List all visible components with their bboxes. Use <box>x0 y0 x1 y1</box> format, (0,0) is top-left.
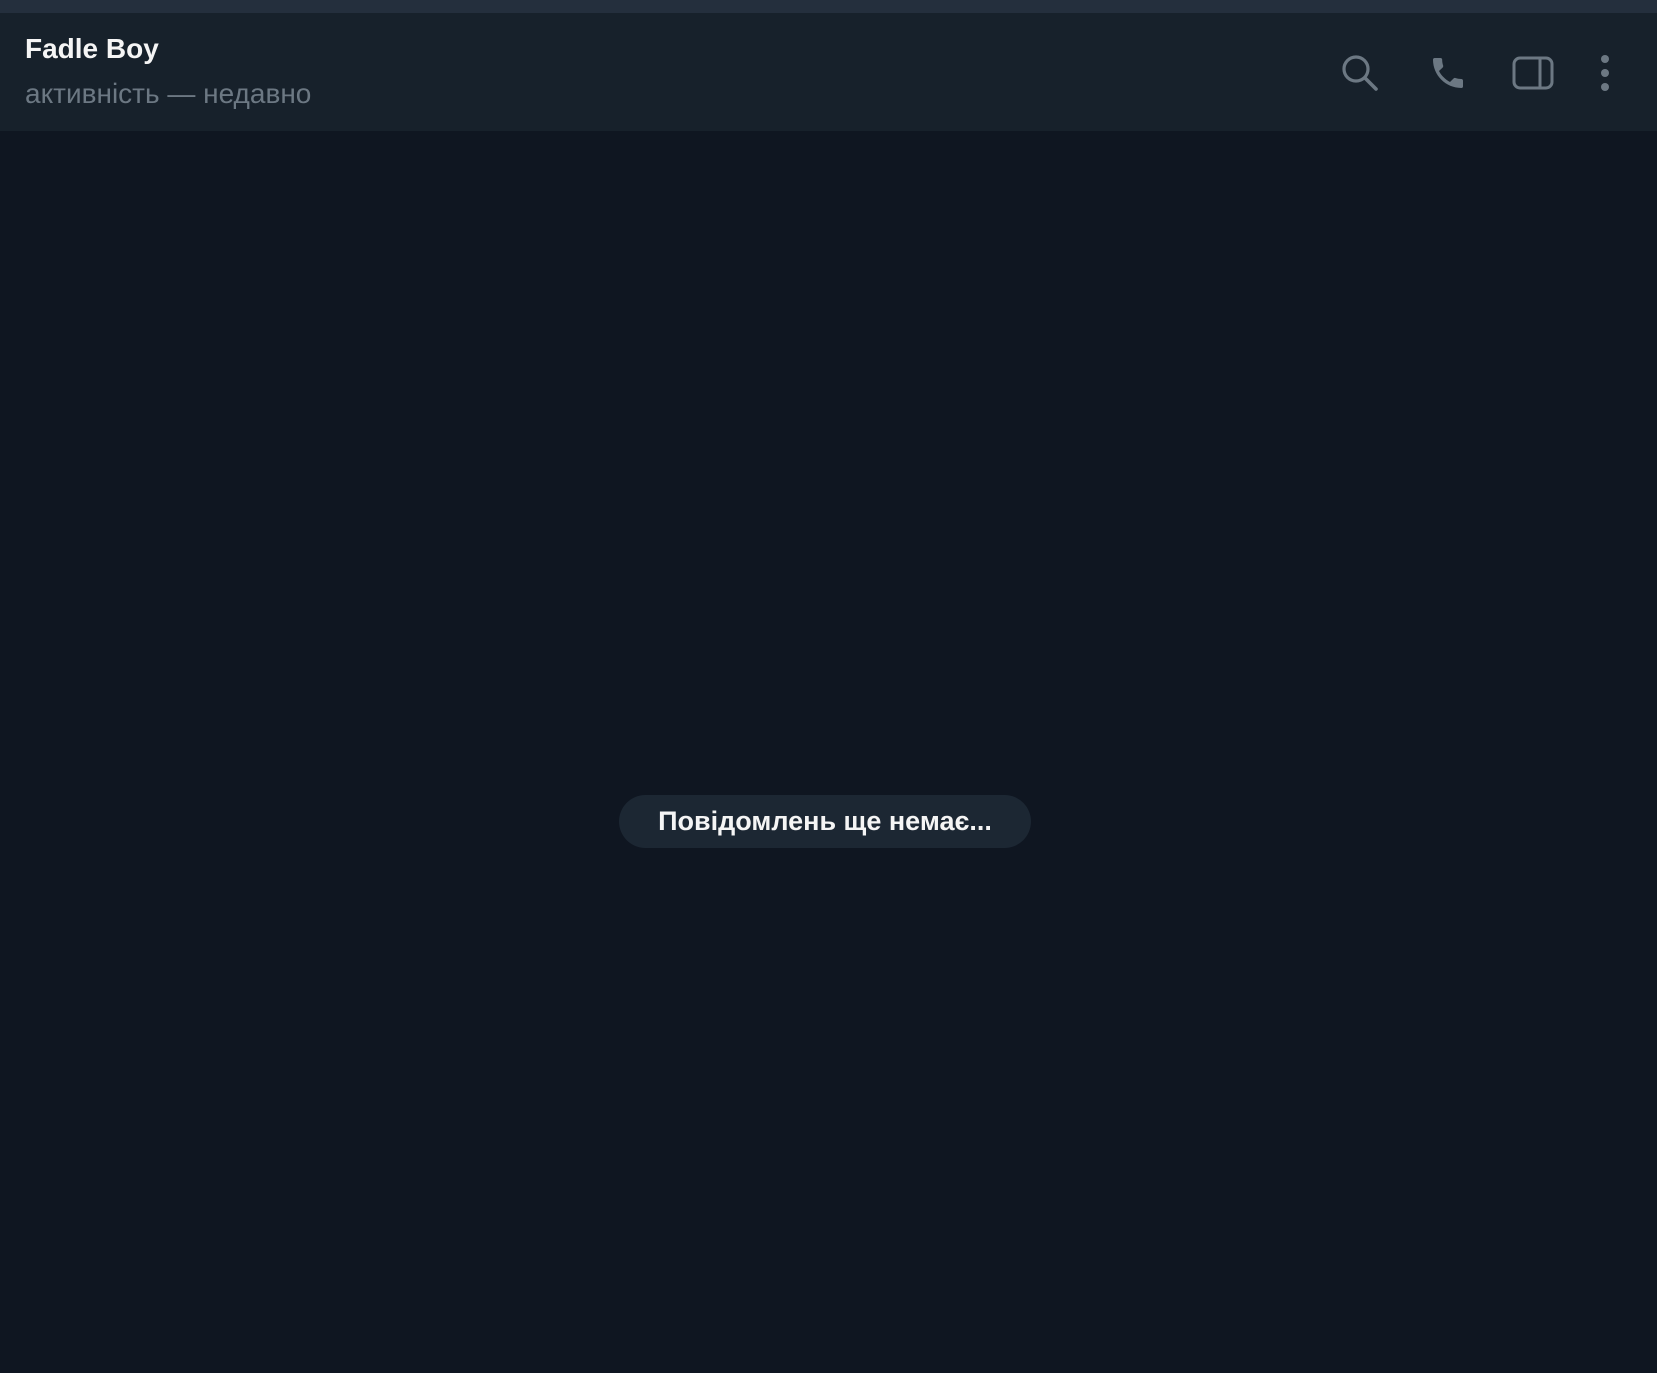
empty-chat-notice: Повідомлень ще немає... <box>619 795 1031 848</box>
peer-status: активність — недавно <box>25 78 312 109</box>
chat-header: Fadle Boy активність — недавно <box>0 13 1657 131</box>
more-vertical-icon <box>1599 53 1611 93</box>
window-top-strip <box>0 0 1657 13</box>
more-menu-button[interactable] <box>1583 45 1627 101</box>
sidebar-panel-icon <box>1512 55 1554 91</box>
chat-message-area <box>0 131 1657 1373</box>
call-button[interactable] <box>1420 45 1476 101</box>
search-icon <box>1340 53 1380 93</box>
peer-name[interactable]: Fadle Boy <box>25 33 159 65</box>
toggle-sidebar-button[interactable] <box>1505 45 1561 101</box>
search-button[interactable] <box>1332 45 1388 101</box>
phone-icon <box>1428 53 1468 93</box>
